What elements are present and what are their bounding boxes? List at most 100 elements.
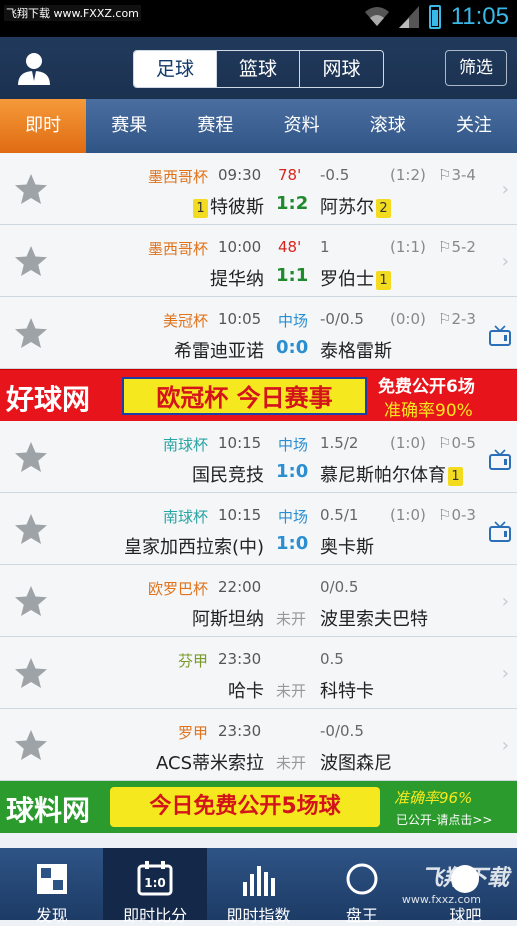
star-icon[interactable] (14, 656, 48, 690)
score: 未开 (276, 754, 307, 772)
match-row[interactable]: 芬甲 23:30 0.5 哈卡 未开 科特卡 › (0, 637, 517, 709)
match-row[interactable]: 欧罗巴杯 22:00 0/0.5 阿斯坦纳 未开 波里索夫巴特 › (0, 565, 517, 637)
home-team: ACS蒂米索拉 (156, 749, 264, 775)
tab-football[interactable]: 足球 (134, 51, 217, 87)
discover-icon (36, 864, 67, 894)
star-icon[interactable] (14, 316, 48, 350)
away-team: 泰格雷斯 (320, 337, 392, 363)
bottom-tab-label: 盘王 (345, 906, 378, 925)
away-team-name: 奥卡斯 (320, 537, 374, 558)
match-row[interactable]: 南球杯 10:15 中场 1.5/2 (1:0) ⚐0-5 国民竞技 1:0 慕尼斯帕尔体育 1 (0, 421, 517, 493)
league-name: 罗甲 (177, 724, 208, 742)
match-state: 中场 (278, 508, 309, 526)
home-team-name: 国民竞技 (192, 465, 264, 486)
home-team-name: 提华纳 (210, 269, 264, 290)
ad-site-name: 好球网 (6, 383, 91, 416)
match-row[interactable]: 南球杯 10:15 中场 0.5/1 (1:0) ⚐0-3 皇家加西拉索(中) 1:0 奥卡斯 (0, 493, 517, 565)
match-row[interactable]: 罗甲 23:30 -0/0.5 ACS蒂米索拉 未开 波图森尼 › (0, 709, 517, 781)
away-team-name: 科特卡 (320, 681, 374, 702)
star-icon[interactable] (14, 584, 48, 618)
kickoff-time: 23:30 (218, 722, 262, 740)
away-team: 慕尼斯帕尔体育 1 (320, 461, 465, 487)
bottom-tab-discover[interactable]: 发现 (0, 848, 103, 925)
ad-banner-qiuliao[interactable]: 球料网 今日免费公开5场球 准确率96% 已公开-请点击>> (0, 781, 517, 833)
match-row[interactable]: 美冠杯 10:05 中场 -0/0.5 (0:0) ⚐2-3 希雷迪亚诺 0:0 泰格雷斯 (0, 297, 517, 369)
handicap: -0/0.5 (320, 722, 364, 740)
home-team-name: 希雷迪亚诺 (174, 341, 264, 362)
ad-banner-haoqiu[interactable]: 好球网 欧冠杯 今日赛事 免费公开6场 准确率90% (0, 369, 517, 421)
score: 1:1 (276, 265, 309, 286)
score: 1:0 (276, 461, 309, 482)
tv-icon[interactable] (489, 449, 511, 471)
league-name: 南球杯 (162, 508, 208, 526)
match-row[interactable]: 墨西哥杯 09:30 78' -0.5 (1:2) ⚐3-4 1 特彼斯 1:2 阿苏尔 2 › (0, 153, 517, 225)
top-header: 足球 篮球 网球 筛选 (0, 37, 517, 99)
league-name: 美冠杯 (162, 312, 208, 330)
ad2-site-name: 球料网 (6, 794, 91, 827)
filter-button[interactable]: 筛选 (445, 50, 507, 86)
handicap: -0.5 (320, 166, 350, 184)
bottom-tab-king[interactable]: 盘王 (310, 848, 413, 925)
bottom-tab-label: 即时指数 (226, 906, 291, 925)
handicap: 0/0.5 (320, 578, 359, 596)
bottom-tab-livescore[interactable]: 1:0 即时比分 (103, 848, 207, 925)
home-team: 国民竞技 (192, 461, 264, 487)
sport-tabs: 足球 篮球 网球 (133, 50, 384, 88)
ad2-line-1: 准确率96% (394, 789, 473, 807)
match-state: 中场 (278, 312, 309, 330)
match-row[interactable]: 墨西哥杯 10:00 48' 1 (1:1) ⚐5-2 提华纳 1:1 罗伯士 1 › (0, 225, 517, 297)
away-card-count: 1 (376, 270, 391, 290)
subnav-live[interactable]: 即时 (0, 99, 87, 153)
score: 1:0 (276, 533, 309, 554)
star-icon[interactable] (14, 512, 48, 546)
handicap: 1 (320, 238, 330, 256)
signal-icon (398, 6, 419, 28)
match-state: 中场 (278, 436, 309, 454)
king-icon (346, 863, 378, 895)
away-team-name: 泰格雷斯 (320, 341, 392, 362)
away-card-count: 1 (448, 466, 463, 486)
kickoff-time: 10:00 (218, 238, 262, 256)
corner-count: ⚐3-4 (438, 166, 476, 184)
home-team-name: ACS蒂米索拉 (156, 753, 264, 774)
star-icon[interactable] (14, 244, 48, 278)
star-icon[interactable] (14, 440, 48, 474)
handicap: 1.5/2 (320, 434, 359, 452)
match-state: 78' (278, 166, 302, 184)
chevron-right-icon: › (501, 251, 509, 272)
watermark-text: 飞翔下载 www.FXXZ.com (4, 5, 141, 21)
kickoff-time: 10:05 (218, 310, 262, 328)
home-team: 1 特彼斯 (191, 193, 264, 219)
score: 未开 (276, 610, 307, 628)
star-icon[interactable] (14, 172, 48, 206)
subnav-inplay[interactable]: 滚球 (345, 99, 431, 153)
tab-tennis[interactable]: 网球 (300, 51, 383, 87)
away-team: 阿苏尔 2 (320, 193, 393, 219)
tv-icon[interactable] (489, 325, 511, 347)
user-icon[interactable] (16, 51, 52, 85)
half-time-score: (1:1) (390, 238, 426, 256)
subnav-data[interactable]: 资料 (259, 99, 345, 153)
half-time-score: (1:2) (390, 166, 426, 184)
clock: 11:05 (450, 3, 509, 30)
tv-icon[interactable] (489, 521, 511, 543)
home-team: 提华纳 (210, 265, 264, 291)
tab-basketball[interactable]: 篮球 (217, 51, 300, 87)
match-list-2: 南球杯 10:15 中场 1.5/2 (1:0) ⚐0-5 国民竞技 1:0 慕尼斯帕尔体育 1 南… (0, 421, 517, 781)
status-bar: 飞翔下载 www.FXXZ.com 11:05 (0, 0, 517, 37)
corner-count: ⚐0-3 (438, 506, 476, 524)
bar-chart-icon (242, 866, 275, 896)
half-time-score: (0:0) (390, 310, 426, 328)
away-team: 波里索夫巴特 (320, 605, 428, 631)
away-team-name: 波里索夫巴特 (320, 609, 428, 630)
bottom-tab-odds[interactable]: 即时指数 (207, 848, 310, 925)
subnav-results[interactable]: 赛果 (86, 99, 172, 153)
score: 0:0 (276, 337, 309, 358)
chevron-right-icon: › (501, 663, 509, 684)
score: 未开 (276, 682, 307, 700)
subnav-follow[interactable]: 关注 (431, 99, 517, 153)
svg-text:1:0: 1:0 (144, 876, 166, 890)
ad-headline: 欧冠杯 今日赛事 (122, 377, 367, 415)
subnav-schedule[interactable]: 赛程 (172, 99, 258, 153)
star-icon[interactable] (14, 728, 48, 762)
